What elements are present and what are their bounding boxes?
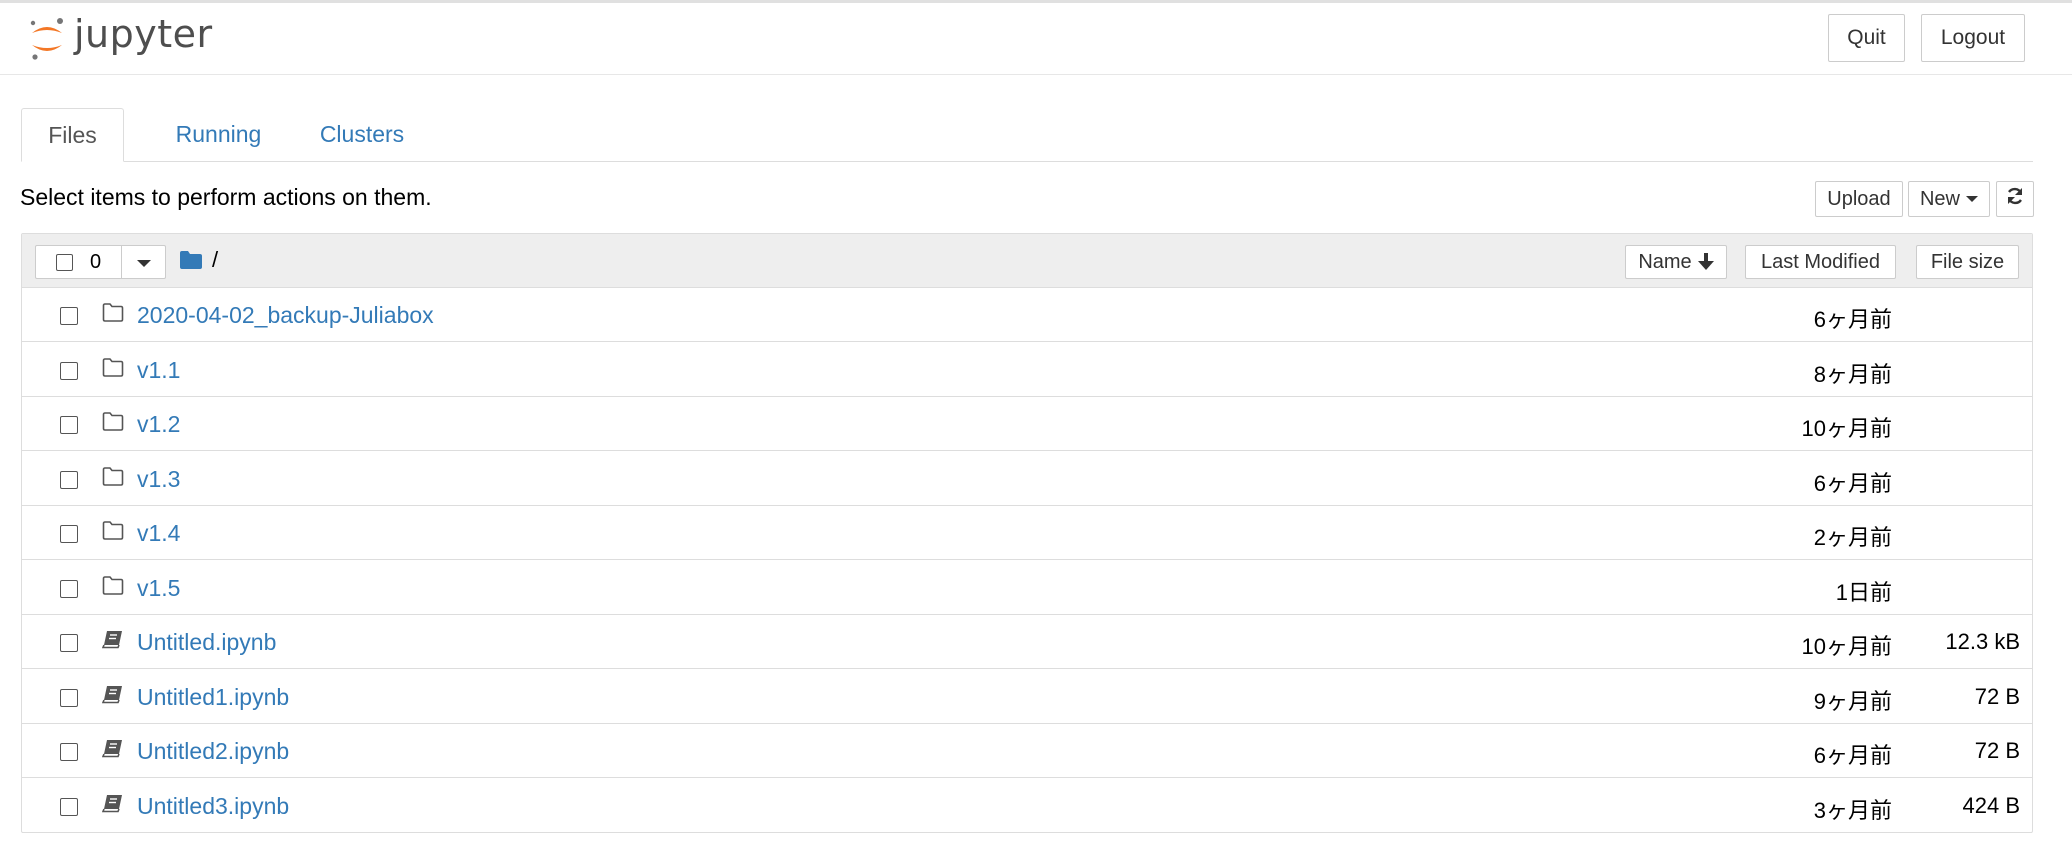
upload-button[interactable]: Upload — [1815, 181, 1903, 217]
item-name-link[interactable]: Untitled3.ipynb — [137, 793, 289, 820]
item-name-link[interactable]: Untitled1.ipynb — [137, 684, 289, 711]
item-name-link[interactable]: 2020-04-02_backup-Juliabox — [137, 302, 434, 329]
tab-clusters[interactable]: Clusters — [296, 108, 428, 161]
table-row[interactable]: Untitled2.ipynb 6ヶ月前 72 B — [22, 724, 2032, 778]
logo-text: jupyter — [74, 12, 213, 56]
file-listing: 0 / Name Last Modified File size 2020-04… — [21, 233, 2033, 833]
select-all-checkbox[interactable] — [56, 254, 73, 271]
item-last-modified: 2ヶ月前 — [1813, 525, 1892, 550]
item-last-modified: 3ヶ月前 — [1813, 797, 1892, 823]
item-last-modified: 6ヶ月前 — [1813, 470, 1892, 496]
folder-icon[interactable] — [180, 251, 202, 274]
item-name-link[interactable]: v1.1 — [137, 357, 180, 384]
row-checkbox[interactable] — [60, 579, 78, 598]
row-checkbox[interactable] — [60, 743, 78, 761]
header-bar: jupyter Quit Logout — [0, 3, 2072, 75]
tab-running[interactable]: Running — [151, 108, 286, 161]
logout-button[interactable]: Logout — [1921, 14, 2025, 62]
table-row[interactable]: v1.2 10ヶ月前 — [22, 397, 2032, 451]
table-row[interactable]: Untitled.ipynb 10ヶ月前 12.3 kB — [22, 615, 2032, 669]
notebook-icon — [101, 739, 124, 763]
new-button[interactable]: New — [1908, 181, 1990, 217]
item-last-modified: 1日前 — [1835, 579, 1892, 605]
item-last-modified: 9ヶ月前 — [1813, 688, 1892, 714]
selected-count: 0 — [90, 251, 102, 273]
folder-icon — [102, 303, 124, 327]
table-row[interactable]: v1.4 2ヶ月前 — [22, 506, 2032, 560]
jupyter-logo[interactable]: jupyter — [26, 12, 213, 62]
row-checkbox[interactable] — [60, 361, 78, 380]
item-file-size: 72 B — [1974, 738, 2020, 763]
new-button-label: New — [1919, 187, 1960, 210]
item-name-link[interactable]: v1.4 — [137, 520, 180, 547]
item-name-link[interactable]: v1.2 — [137, 411, 180, 438]
row-checkbox[interactable] — [60, 416, 78, 434]
folder-icon — [102, 412, 124, 436]
item-last-modified: 10ヶ月前 — [1801, 416, 1892, 441]
refresh-button[interactable] — [1996, 181, 2034, 217]
table-row[interactable]: 2020-04-02_backup-Juliabox 6ヶ月前 — [22, 288, 2032, 342]
row-checkbox[interactable] — [60, 525, 78, 543]
table-row[interactable]: v1.3 6ヶ月前 — [22, 452, 2032, 506]
listing-header: 0 / Name Last Modified File size — [22, 234, 2032, 288]
folder-icon — [102, 357, 124, 382]
row-checkbox[interactable] — [60, 797, 78, 816]
folder-icon — [102, 521, 124, 545]
breadcrumb[interactable]: / — [212, 247, 218, 273]
row-checkbox[interactable] — [60, 307, 78, 325]
quit-button[interactable]: Quit — [1828, 14, 1905, 62]
item-last-modified: 6ヶ月前 — [1813, 743, 1892, 768]
jupyter-logo-icon — [26, 16, 68, 62]
selection-hint: Select items to perform actions on them. — [20, 184, 432, 210]
sort-by-size-button[interactable]: File size — [1916, 245, 2019, 279]
table-row[interactable]: v1.1 8ヶ月前 — [22, 343, 2032, 397]
refresh-icon — [2005, 186, 2025, 212]
caret-down-icon — [1966, 196, 1978, 202]
item-name-link[interactable]: Untitled2.ipynb — [137, 738, 289, 765]
arrow-down-icon — [1697, 253, 1714, 271]
row-checkbox[interactable] — [60, 688, 78, 707]
item-name-link[interactable]: Untitled.ipynb — [137, 629, 276, 656]
notebook-icon — [101, 794, 124, 818]
notebook-icon — [101, 630, 124, 654]
item-name-link[interactable]: v1.3 — [137, 466, 180, 493]
divider — [121, 246, 122, 278]
name-column-label: Name — [1638, 250, 1692, 273]
table-row[interactable]: Untitled1.ipynb 9ヶ月前 72 B — [22, 670, 2032, 724]
item-last-modified: 10ヶ月前 — [1801, 634, 1892, 659]
item-last-modified: 8ヶ月前 — [1813, 361, 1892, 387]
row-checkbox[interactable] — [60, 634, 78, 652]
item-file-size: 12.3 kB — [1945, 629, 2020, 654]
folder-icon — [102, 575, 124, 600]
row-checkbox[interactable] — [60, 470, 78, 489]
tab-bar: Files Running Clusters — [21, 108, 2033, 162]
table-row[interactable]: v1.5 1日前 — [22, 561, 2032, 615]
tab-files[interactable]: Files — [21, 108, 124, 162]
sort-by-name-button[interactable]: Name — [1625, 245, 1727, 279]
item-last-modified: 6ヶ月前 — [1813, 307, 1892, 332]
item-name-link[interactable]: v1.5 — [137, 575, 180, 602]
table-row[interactable]: Untitled3.ipynb 3ヶ月前 424 B — [22, 779, 2032, 833]
select-all-group: 0 — [35, 245, 166, 279]
item-file-size: 72 B — [1974, 683, 2020, 709]
folder-icon — [102, 466, 124, 491]
notebook-icon — [101, 685, 124, 709]
sort-by-modified-button[interactable]: Last Modified — [1745, 245, 1896, 279]
select-menu-caret-icon[interactable] — [137, 260, 151, 267]
item-file-size: 424 B — [1962, 792, 2021, 818]
